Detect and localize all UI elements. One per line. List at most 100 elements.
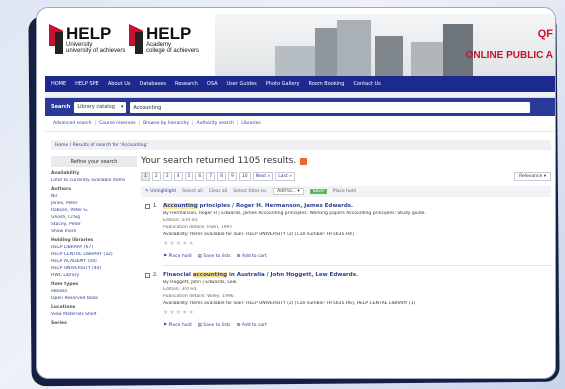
screenshot-frame: HELP University university of achievers … [36,7,556,379]
rating-stars[interactable]: ★★★★★ [163,240,551,247]
record-edition: Edition: 2nd ed. [163,218,199,223]
nav-item[interactable]: About Us [108,81,131,87]
nav-item[interactable]: OSA [207,81,218,87]
unhighlight-link[interactable]: ✎ Unhighlight [145,189,176,194]
facet-item[interactable]: View Materials Shelf [51,312,137,317]
save-button[interactable]: Save [309,189,327,194]
save-to-lists-link[interactable]: ▤ Save to lists [198,323,231,328]
search-label: Search [51,104,71,110]
page-link[interactable]: 7 [206,172,216,181]
browse-hierarchy-link[interactable]: Browse by hierarchy [143,121,189,126]
facet-item[interactable]: HELP UNIVERSITY (40) [51,266,137,271]
facet-item[interactable]: HELP CENTRE LIBRARY (32) [51,252,137,257]
logo-line: college of achievers [146,47,200,54]
rating-stars[interactable]: ★★★★★ [163,309,551,316]
facet-heading: Authors [51,187,72,192]
results-panel: Your search returned 1105 results. 1 2 3… [141,156,551,332]
refine-sidebar: Refine your search Availability Limit to… [51,156,137,326]
record-authors: By Hoggett, John | Edwards, Lew. [163,280,238,285]
title-rest: principles / Roger H. Hermanson, James E… [197,203,354,209]
search-scope-select[interactable]: Library catalog ▾ [74,101,127,113]
nav-item[interactable]: HOME [51,81,66,87]
add-to-cart-link[interactable]: ⊞ Add to cart [237,323,267,328]
facet-item[interactable]: Jones, Peter [51,201,137,206]
facet-item[interactable]: Nil [51,194,137,199]
next-page-link[interactable]: Next » [252,172,274,181]
record-actions: ⚑ Place hold ▤ Save to lists ⊞ Add to ca… [163,323,551,328]
breadcrumb-home[interactable]: Home [55,143,68,148]
action-label: Add to cart [241,323,267,328]
catalog-page: HELP University university of achievers … [45,14,555,376]
record-title-link[interactable]: Financial accounting in Australia / John… [163,272,551,278]
save-to-lists-link[interactable]: ▤ Save to lists [198,254,231,259]
facet-item[interactable]: Open Reserved Book [51,296,137,301]
course-reserves-link[interactable]: Course reserves [99,121,135,126]
results-toolbar: ✎ Unhighlight Select all Clear all Selec… [141,186,551,197]
facet-item[interactable]: HELP LIBRARY (67) [51,245,137,250]
facet-item[interactable]: HELP ACADEMY (44) [51,259,137,264]
nav-item[interactable]: HELP SPE [75,81,99,87]
facet-heading: Availability [51,171,80,176]
nav-item[interactable]: Photo Gallery [266,81,300,87]
facet-item[interactable]: eBooks [51,289,137,294]
facet-item[interactable]: Robson, Peter G. [51,208,137,213]
nav-item[interactable]: Research [175,81,198,87]
help-academy-logo[interactable]: HELP Academy college of achievers [129,24,199,54]
facet-item[interactable]: Limit to currently available items [51,178,137,183]
title-rest: in Australia / John Hoggett, Lew Edwards… [227,272,359,278]
libraries-link[interactable]: Libraries [241,121,260,126]
select-all-link[interactable]: Select all [182,189,203,194]
header-tagline: QF [537,28,553,40]
facet-heading: Locations [51,305,76,310]
page-link[interactable]: 4 [173,172,183,181]
facet-item[interactable]: Stacey, Peter [51,222,137,227]
result-record: 2. Financial accounting in Australia / J… [141,272,551,332]
page-link[interactable]: 3 [162,172,172,181]
facet-heading: Item types [51,282,79,287]
nav-item[interactable]: Room Booking [308,81,344,87]
facet-show-more[interactable]: Show more [51,229,137,234]
help-university-logo[interactable]: HELP University university of achievers [49,24,125,54]
record-actions: ⚑ Place hold ▤ Save to lists ⊞ Add to ca… [163,254,551,259]
breadcrumb-current: Results of search for 'Accounting' [72,143,148,148]
sort-select[interactable]: Relevance ▾ [514,172,551,181]
record-title-link[interactable]: Accounting principles / Roger H. Hermans… [163,203,551,209]
main-content: Refine your search Availability Limit to… [45,150,555,376]
facet-heading: Holding libraries [51,238,94,243]
record-checkbox[interactable] [145,273,150,278]
logo-mark-icon [49,24,63,54]
action-label: Save to lists [203,323,231,328]
add-to-select[interactable]: Add to... ▾ [273,188,304,195]
clear-all-link[interactable]: Clear all [209,189,227,194]
page-link[interactable]: 8 [217,172,226,181]
page-link[interactable]: 9 [228,172,237,181]
authority-search-link[interactable]: Authority search [197,121,234,126]
search-input[interactable]: Accounting [130,101,531,113]
page-link[interactable]: 2 [151,172,161,181]
place-hold-link[interactable]: ⚑ Place hold [163,323,192,328]
record-number: 1. [153,203,158,209]
breadcrumb: Home / Results of search for 'Accounting… [51,140,551,150]
record-publication: Publication details: Wiley, 1996 [163,294,234,299]
page-link[interactable]: 10 [238,172,251,181]
record-availability: Availability: Items available for loan: … [163,232,354,237]
page-link[interactable]: 1 [141,172,150,181]
last-page-link[interactable]: Last » [275,172,295,181]
place-hold-link[interactable]: ⚑ Place hold [163,254,192,259]
facet-item[interactable]: Ghosh, Craig [51,215,137,220]
nav-item[interactable]: User Guides [227,81,257,87]
nav-item[interactable]: Contact Us [353,81,380,87]
unhighlight-label: Unhighlight [150,189,177,194]
nav-item[interactable]: Databases [139,81,165,87]
place-hold-button[interactable]: Place hold [333,189,356,194]
page-link[interactable]: 6 [195,172,205,181]
page-link[interactable]: 5 [184,172,194,181]
title-highlight: Accounting [163,203,198,209]
advanced-search-link[interactable]: Advanced search [53,121,92,126]
sort-value: Relevance [519,174,543,179]
record-checkbox[interactable] [145,204,150,209]
record-edition: Edition: 3rd ed. [163,287,198,292]
facet-item[interactable]: HWC Library [51,273,137,278]
rss-icon[interactable] [300,157,308,165]
add-to-cart-link[interactable]: ⊞ Add to cart [237,254,267,259]
